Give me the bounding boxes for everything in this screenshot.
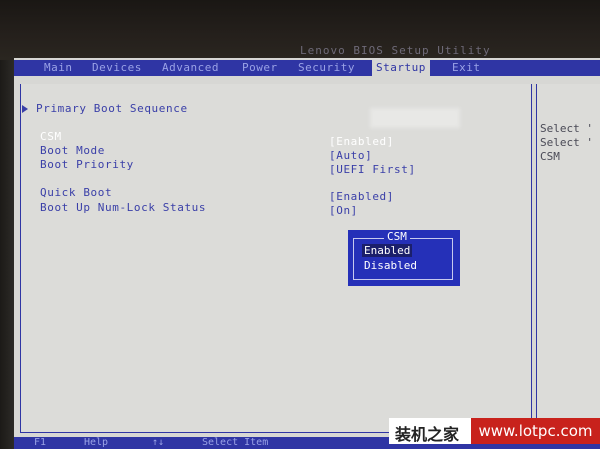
key-arrows-desc: Select Item: [202, 437, 269, 448]
csm-options-dialog: CSM Enabled Disabled: [348, 230, 460, 286]
setting-quick-boot-label[interactable]: Quick Boot: [40, 186, 112, 199]
menu-bar: Main Devices Advanced Power Security Sta…: [14, 60, 600, 76]
menu-startup[interactable]: Startup: [372, 60, 430, 76]
menu-power[interactable]: Power: [242, 61, 278, 74]
option-disabled[interactable]: Disabled: [364, 259, 417, 272]
setting-csm-label[interactable]: CSM: [40, 130, 62, 143]
help-line: CSM: [540, 150, 560, 163]
menu-exit[interactable]: Exit: [452, 61, 481, 74]
setting-quick-boot-value[interactable]: [Enabled]: [329, 190, 394, 203]
watermark-site-name: 装机之家: [395, 425, 460, 444]
photo-frame-left: [0, 60, 14, 449]
primary-boot-sequence[interactable]: Primary Boot Sequence: [22, 102, 188, 115]
primary-boot-sequence-label: Primary Boot Sequence: [36, 102, 188, 115]
menu-main[interactable]: Main: [44, 61, 73, 74]
key-arrows: ↑↓: [152, 437, 165, 448]
screen-glare: [370, 108, 460, 128]
setting-csm-value[interactable]: [Enabled]: [329, 135, 394, 148]
key-f1-desc: Help: [84, 437, 109, 448]
setting-numlock-value[interactable]: [On]: [329, 204, 358, 217]
csm-options-title: CSM: [384, 231, 410, 243]
setting-boot-priority-label[interactable]: Boot Priority: [40, 158, 134, 171]
menu-advanced[interactable]: Advanced: [162, 61, 219, 74]
help-line: Select ': [540, 122, 593, 135]
setting-boot-mode-value[interactable]: [Auto]: [329, 149, 372, 162]
submenu-arrow-icon: [22, 105, 28, 113]
site-watermark: 装机之家 www.lotpc.com: [389, 418, 600, 444]
key-f1: F1: [34, 437, 47, 448]
bios-title: Lenovo BIOS Setup Utility: [300, 44, 491, 57]
setting-boot-priority-value[interactable]: [UEFI First]: [329, 163, 416, 176]
setting-boot-mode-label[interactable]: Boot Mode: [40, 144, 105, 157]
menu-devices[interactable]: Devices: [92, 61, 142, 74]
setting-numlock-label[interactable]: Boot Up Num-Lock Status: [40, 201, 206, 214]
menu-security[interactable]: Security: [298, 61, 355, 74]
help-line: Select ': [540, 136, 593, 149]
watermark-url: www.lotpc.com: [471, 418, 600, 444]
option-enabled[interactable]: Enabled: [362, 244, 413, 257]
